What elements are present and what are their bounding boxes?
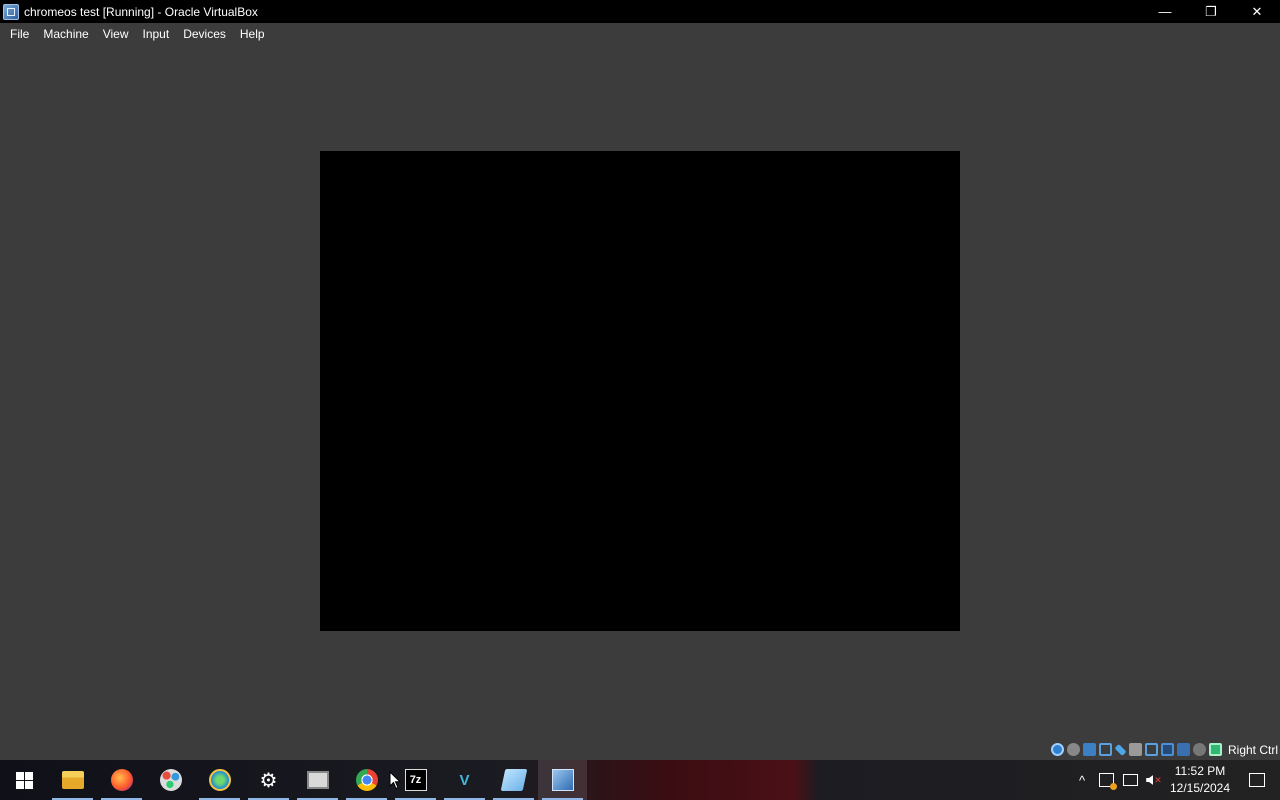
host-key-label: Right Ctrl bbox=[1227, 742, 1278, 757]
security-icon[interactable] bbox=[1094, 760, 1118, 800]
clock-time: 11:52 PM bbox=[1174, 764, 1226, 778]
minimize-button[interactable]: — bbox=[1142, 0, 1188, 23]
gear-icon: ⚙ bbox=[259, 769, 278, 792]
clock-date: 12/15/2024 bbox=[1169, 781, 1231, 795]
audio-icon[interactable] bbox=[1082, 743, 1096, 756]
menu-machine[interactable]: Machine bbox=[36, 25, 95, 43]
shared-folders-icon[interactable] bbox=[1128, 743, 1142, 756]
notepad-icon bbox=[500, 769, 527, 791]
mouse-integration-icon[interactable] bbox=[1192, 743, 1206, 756]
folder-icon bbox=[61, 771, 84, 789]
menu-bar: File Machine View Input Devices Help bbox=[0, 23, 1280, 44]
taskbar-app-virtualbox[interactable] bbox=[538, 760, 587, 800]
menu-devices[interactable]: Devices bbox=[176, 25, 233, 43]
restore-button[interactable]: ❐ bbox=[1188, 0, 1234, 23]
taskbar: ⚙ 7z V ^ ✕ 11:52 PM 12/15/2024 bbox=[0, 760, 1280, 800]
action-center-button[interactable] bbox=[1234, 760, 1280, 800]
vm-status-bar: Right Ctrl bbox=[1010, 739, 1280, 760]
menu-file[interactable]: File bbox=[3, 25, 36, 43]
system-tray: ^ ✕ 11:52 PM 12/15/2024 bbox=[1070, 760, 1280, 800]
chrome-icon bbox=[355, 769, 378, 791]
palette-icon bbox=[159, 769, 182, 791]
taskbar-app-chrome[interactable] bbox=[342, 760, 391, 800]
scanner-icon bbox=[306, 771, 329, 789]
taskbar-app-visual-studio-code[interactable]: V bbox=[440, 760, 489, 800]
vm-guest-display[interactable] bbox=[320, 151, 960, 631]
optical-drive-icon[interactable] bbox=[1066, 743, 1080, 756]
virtualbox-icon bbox=[551, 769, 574, 791]
taskbar-app-paint[interactable] bbox=[146, 760, 195, 800]
start-button[interactable] bbox=[0, 760, 48, 800]
display-icon[interactable] bbox=[1144, 743, 1158, 756]
hard-disk-icon[interactable] bbox=[1050, 743, 1064, 756]
vs-icon: V bbox=[459, 771, 470, 789]
menu-view[interactable]: View bbox=[96, 25, 136, 43]
taskbar-app-settings[interactable]: ⚙ bbox=[244, 760, 293, 800]
firefox-icon bbox=[110, 769, 133, 791]
usb-icon[interactable] bbox=[1114, 743, 1127, 756]
volume-muted-icon[interactable]: ✕ bbox=[1142, 760, 1166, 800]
7zip-icon: 7z bbox=[404, 769, 427, 791]
window-title: chromeos test [Running] - Oracle Virtual… bbox=[24, 4, 258, 19]
taskbar-app-scanner[interactable] bbox=[293, 760, 342, 800]
mouse-cursor-icon bbox=[389, 771, 401, 790]
windows-logo-icon bbox=[15, 771, 33, 789]
taskbar-app-notepad[interactable] bbox=[489, 760, 538, 800]
window-controls: — ❐ ✕ bbox=[1142, 0, 1280, 23]
virtualization-icon[interactable] bbox=[1176, 743, 1190, 756]
show-hidden-icons-chevron-icon[interactable]: ^ bbox=[1070, 760, 1094, 800]
close-button[interactable]: ✕ bbox=[1234, 0, 1280, 23]
menu-help[interactable]: Help bbox=[233, 25, 272, 43]
globe-icon bbox=[208, 769, 231, 791]
keyboard-icon[interactable] bbox=[1208, 743, 1222, 756]
network-icon[interactable] bbox=[1098, 743, 1112, 756]
notification-icon bbox=[1249, 773, 1265, 787]
taskbar-app-file-explorer[interactable] bbox=[48, 760, 97, 800]
title-bar: chromeos test [Running] - Oracle Virtual… bbox=[0, 0, 1280, 23]
clock[interactable]: 11:52 PM 12/15/2024 bbox=[1166, 763, 1234, 797]
taskbar-app-firefox[interactable] bbox=[97, 760, 146, 800]
menu-input[interactable]: Input bbox=[136, 25, 177, 43]
taskbar-app-internet-explorer[interactable] bbox=[195, 760, 244, 800]
video-capture-icon[interactable] bbox=[1160, 743, 1174, 756]
network-icon[interactable] bbox=[1118, 760, 1142, 800]
virtualbox-icon[interactable] bbox=[3, 3, 19, 20]
